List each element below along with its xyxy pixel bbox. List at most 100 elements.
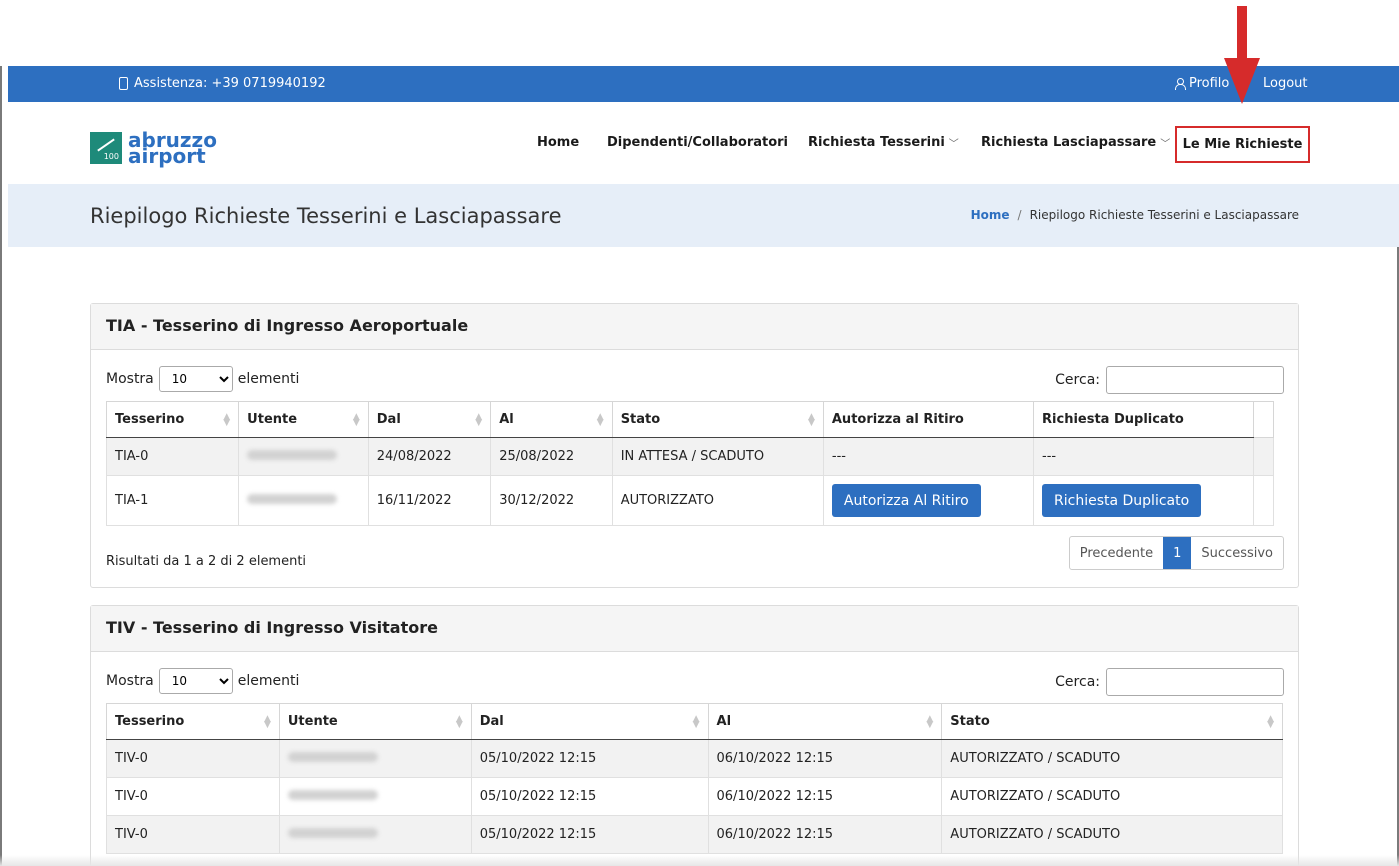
cell-stato: IN ATTESA / SCADUTO: [611, 437, 824, 476]
nav-dipendenti[interactable]: Dipendenti/Collaboratori: [607, 135, 788, 150]
tia-col-tesserino[interactable]: Tesserino ▲ ▼: [105, 401, 240, 438]
tia-col-label: Utente: [247, 412, 298, 427]
sort-icon: ▲ ▼: [263, 714, 271, 730]
cell-duplicato: Richiesta Duplicato: [1033, 475, 1254, 526]
cell-dal: 05/10/2022 12:15: [470, 739, 709, 778]
table-row: TIV-0 05/10/2022 12:15 06/10/2022 12:15 …: [106, 739, 1283, 778]
tiv-col-label: Utente: [287, 714, 338, 729]
phone-icon: [119, 77, 128, 90]
table-row: TIV-0 05/10/2022 12:15 06/10/2022 12:15 …: [106, 815, 1283, 854]
sort-icon: ▲ ▼: [807, 412, 815, 428]
sort-icon: ▲ ▼: [475, 412, 483, 428]
page-header: Riepilogo Richieste Tesserini e Lasciapa…: [8, 184, 1399, 247]
pagination-next[interactable]: Successivo: [1191, 537, 1283, 569]
richiesta-duplicato-button[interactable]: Richiesta Duplicato: [1042, 484, 1202, 517]
blurred-user-name: [247, 494, 338, 504]
brand-logo[interactable]: 100 abruzzo airport: [90, 130, 217, 168]
tiv-col-stato[interactable]: Stato ▲ ▼: [941, 703, 1283, 740]
tiv-header-row: Tesserino ▲ ▼ Utente ▲ ▼ Dal ▲ ▼ Al ▲ ▼ Stato ▲ ▼: [106, 703, 1283, 740]
sort-icon: ▲ ▼: [455, 714, 463, 730]
cell-al: 06/10/2022 12:15: [707, 739, 943, 778]
cell-stato: AUTORIZZATO / SCADUTO: [941, 739, 1283, 778]
nav-richiesta-lasciapassare[interactable]: Richiesta Lasciapassare ﹀: [981, 135, 1170, 150]
bottom-fade: [0, 855, 1399, 866]
tia-col-label: Autorizza al Ritiro: [831, 412, 964, 427]
blurred-user-name: [287, 790, 378, 800]
blurred-user-name: [287, 828, 378, 838]
tia-col-al[interactable]: Al ▲ ▼: [490, 401, 613, 438]
cell-spacer: [1253, 475, 1274, 526]
cell-utente: [278, 777, 472, 816]
cell-tesserino: TIV-0: [106, 815, 280, 854]
tiv-col-al[interactable]: Al ▲ ▼: [707, 703, 943, 740]
breadcrumb-separator: /: [1017, 208, 1022, 222]
tiv-search-input[interactable]: [1106, 668, 1284, 696]
cell-tesserino: TIV-0: [106, 777, 280, 816]
tiv-col-label: Tesserino: [115, 714, 185, 729]
tia-col-label: Richiesta Duplicato: [1042, 412, 1184, 427]
table-row: TIA-1 16/11/2022 30/12/2022 AUTORIZZATO …: [105, 475, 1274, 526]
cell-al: 06/10/2022 12:15: [707, 777, 943, 816]
logo-text: abruzzo airport: [128, 130, 217, 168]
cell-dal: 05/10/2022 12:15: [470, 815, 709, 854]
tia-table: Tesserino ▲ ▼ Utente ▲ ▼ Dal ▲ ▼ Al ▲ ▼ Stato ▲ ▼ …: [105, 401, 1274, 526]
pagination-prev[interactable]: Precedente: [1070, 537, 1163, 569]
cell-utente: [278, 739, 472, 778]
cell-autorizza: Autorizza Al Ritiro: [822, 475, 1035, 526]
tia-search-input[interactable]: [1106, 366, 1284, 394]
tia-col-spacer: [1253, 401, 1274, 438]
sort-icon: ▲ ▼: [596, 412, 604, 428]
tiv-col-utente[interactable]: Utente ▲ ▼: [278, 703, 472, 740]
nav-home[interactable]: Home: [537, 135, 579, 150]
cell-utente: [278, 815, 472, 854]
nav-tesserini-label: Richiesta Tesserini: [808, 135, 945, 150]
cell-utente: [238, 437, 369, 476]
breadcrumb: Home / Riepilogo Richieste Tesserini e Las…: [971, 208, 1299, 222]
tia-col-autorizza: Autorizza al Ritiro: [822, 401, 1035, 438]
logo-line-2: airport: [128, 144, 206, 168]
breadcrumb-current: Riepilogo Richieste Tesserini e Lasciapa…: [1029, 208, 1299, 222]
user-icon: [1174, 78, 1186, 90]
tiv-show-label: Mostra: [106, 673, 154, 689]
breadcrumb-home[interactable]: Home: [971, 208, 1010, 222]
tia-col-utente[interactable]: Utente ▲ ▼: [238, 401, 369, 438]
pagination-page-1[interactable]: 1: [1163, 537, 1192, 569]
blurred-user-name: [287, 752, 378, 762]
tia-length-control: Mostra 10 elementi: [106, 366, 299, 392]
nav-le-mie-richieste[interactable]: Le Mie Richieste: [1175, 126, 1310, 163]
tia-page-size-select[interactable]: 10: [158, 366, 233, 392]
tiv-col-tesserino[interactable]: Tesserino ▲ ▼: [106, 703, 280, 740]
nav-home-label: Home: [537, 135, 580, 150]
tiv-show-suffix: elementi: [237, 673, 300, 689]
blurred-user-name: [247, 450, 338, 460]
tiv-page-size-select[interactable]: 10: [158, 668, 233, 694]
tia-col-label: Tesserino: [115, 412, 185, 427]
cell-al: 30/12/2022: [490, 475, 613, 526]
tia-show-suffix: elementi: [237, 371, 300, 387]
nav-richiesta-tesserini[interactable]: Richiesta Tesserini ﹀: [808, 135, 959, 150]
cell-al: 06/10/2022 12:15: [707, 815, 943, 854]
tia-col-stato[interactable]: Stato ▲ ▼: [611, 401, 824, 438]
tia-search: Cerca:: [1055, 366, 1284, 394]
tia-col-dal[interactable]: Dal ▲ ▼: [367, 401, 492, 438]
tiv-panel: TIV - Tesserino di Ingresso Visitatore M…: [90, 605, 1299, 866]
plane-logo-icon: 100: [90, 132, 122, 164]
cell-dal: 24/08/2022: [367, 437, 492, 476]
nav-lasciapassare-label: Richiesta Lasciapassare: [981, 135, 1157, 150]
sort-icon: ▲ ▼: [1267, 714, 1274, 730]
tia-col-label: Dal: [376, 412, 401, 427]
nav-dipendenti-label: Dipendenti/Collaboratori: [607, 135, 789, 150]
tiv-table: Tesserino ▲ ▼ Utente ▲ ▼ Dal ▲ ▼ Al ▲ ▼ Stato ▲ ▼ …: [106, 703, 1283, 854]
cell-dal: 16/11/2022: [367, 475, 492, 526]
cell-autorizza: ---: [822, 437, 1035, 476]
tiv-col-dal[interactable]: Dal ▲ ▼: [470, 703, 709, 740]
tiv-col-label: Dal: [479, 714, 504, 729]
tia-panel-title: TIA - Tesserino di Ingresso Aeroportuale: [91, 304, 1298, 350]
cell-tesserino: TIV-0: [106, 739, 280, 778]
cell-al: 25/08/2022: [490, 437, 613, 476]
tiv-panel-title: TIV - Tesserino di Ingresso Visitatore: [91, 606, 1298, 652]
tiv-col-label: Al: [716, 714, 732, 729]
logout-link[interactable]: Logout: [1263, 76, 1308, 91]
autorizza-al-ritiro-button[interactable]: Autorizza Al Ritiro: [831, 484, 981, 517]
cell-stato: AUTORIZZATO / SCADUTO: [941, 815, 1283, 854]
